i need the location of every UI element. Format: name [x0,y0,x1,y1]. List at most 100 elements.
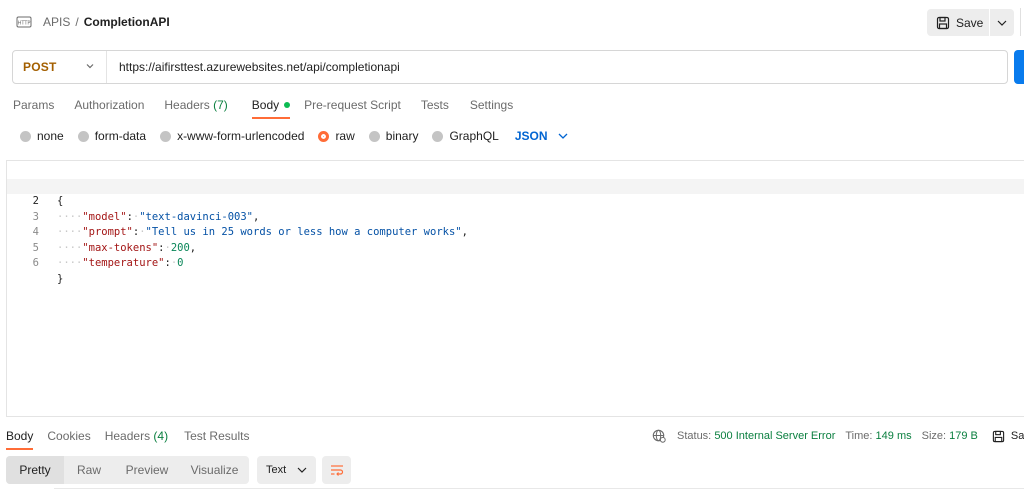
globe-icon[interactable] [652,429,666,443]
tab-response-body[interactable]: Body [6,429,34,451]
url-input[interactable] [119,51,999,83]
response-divider [54,488,1024,489]
line-number: 6 [32,257,39,269]
body-type-options: none form-data x-www-form-urlencoded raw… [20,129,568,143]
code-line[interactable]: 2 ····"model":·"text-davinci-003", [7,178,1024,223]
radio-label: x-www-form-urlencoded [177,129,305,143]
view-mode-raw[interactable]: Raw [64,456,114,484]
save-icon [992,430,1005,442]
tab-params[interactable]: Params [13,98,54,120]
tab-label: Authorization [74,98,145,112]
radio-label: raw [335,129,355,143]
response-format-select[interactable]: Text [257,456,316,484]
json-key: "temperature" [82,257,165,269]
response-format-label: Text [266,464,287,476]
view-mode-preview[interactable]: Preview [114,456,180,484]
active-tab-indicator [6,448,34,450]
chevron-down-icon [297,467,307,473]
tab-label: Body [6,429,34,443]
request-header: HTTP APIS / CompletionAPI Save [0,0,1024,44]
save-response-button[interactable]: Save a [992,430,1024,443]
body-format-label: JSON [514,129,548,143]
send-button[interactable] [1014,50,1024,84]
chevron-down-icon [997,20,1007,26]
body-type-graphql[interactable]: GraphQL [432,129,499,143]
radio-button[interactable] [77,130,89,142]
radio-button[interactable] [368,130,380,142]
breadcrumb-parent[interactable]: APIS [43,15,70,29]
tab-response-headers[interactable]: Headers (4) [105,429,168,451]
response-tabs: Body Cookies Headers (4) Test Results [6,429,249,451]
tab-label: Settings [469,98,514,112]
wrap-lines-button[interactable] [322,456,351,484]
code-line[interactable]: 1 { [7,163,1024,208]
tab-label: Cookies [47,429,91,443]
code-line[interactable]: 5 ····"temperature":·0 [7,225,1024,270]
radio-label: none [37,129,64,143]
tab-label: Headers [164,98,210,112]
body-type-urlencoded[interactable]: x-www-form-urlencoded [160,129,304,143]
url-bar: POST [12,50,1008,84]
chevron-down-icon [558,133,567,139]
request-tabs: Params Authorization Headers (7) Body Pr… [13,98,513,120]
editor-lines: 1 { 2 ····"model":·"text-davinci-003", 3… [7,163,1024,285]
code-line[interactable]: 3 ····"prompt":·"Tell us in 25 words or … [7,194,1024,239]
tab-label: Params [13,98,55,112]
radio-button[interactable] [20,130,31,142]
radio-button[interactable] [432,130,444,142]
tab-pre-request-script[interactable]: Pre-request Script [304,98,401,120]
body-type-none[interactable]: none [20,129,64,143]
close-brace: } [57,272,64,285]
save-response-label: Save a [1010,430,1024,442]
tab-test-results[interactable]: Test Results [184,429,249,451]
size-label: Size: [921,430,947,442]
method-label: POST [23,60,57,74]
tab-label: Headers [104,429,151,443]
status-value[interactable]: 500 Internal Server Error [714,430,835,442]
code-editor[interactable]: 1 { 2 ····"model":·"text-davinci-003", 3… [6,160,1024,417]
radio-button[interactable] [160,130,172,142]
chevron-down-icon [86,64,94,69]
code-line[interactable]: 6 } [7,241,1024,285]
header-divider [1020,8,1021,36]
size-value[interactable]: 179 B [949,430,978,442]
http-request-icon: HTTP [16,16,32,28]
save-button[interactable]: Save [927,9,989,36]
tab-authorization[interactable]: Authorization [74,98,144,120]
wrap-lines-icon [330,465,343,476]
tab-tests[interactable]: Tests [421,98,449,120]
tab-label: Pre-request Script [304,98,401,112]
body-type-form-data[interactable]: form-data [77,129,147,143]
radio-label: binary [385,129,419,143]
method-select[interactable]: POST [13,51,107,83]
tab-response-cookies[interactable]: Cookies [47,429,90,451]
radio-button-selected[interactable] [318,130,330,142]
active-tab-indicator [251,117,291,119]
view-mode-pretty[interactable]: Pretty [6,456,64,484]
tab-count: (4) [153,429,169,443]
body-format-select[interactable]: JSON [515,129,568,143]
save-options-button[interactable] [990,9,1014,36]
breadcrumb-separator: / [75,15,79,29]
tab-body[interactable]: Body [251,98,291,120]
tab-settings[interactable]: Settings [470,98,513,120]
response-view-modes: Pretty Raw Preview Visualize [6,456,249,484]
code-line[interactable]: 4 ····"max-tokens":·200, [7,210,1024,254]
time-label: Time: [845,430,873,442]
save-button-label: Save [956,15,984,30]
tab-count: (7) [213,98,228,112]
time-value[interactable]: 149 ms [876,430,912,442]
radio-label: GraphQL [449,129,499,143]
breadcrumb: APIS / CompletionAPI [43,15,170,29]
breadcrumb-current[interactable]: CompletionAPI [84,15,170,29]
save-icon [936,16,950,29]
modified-dot [284,101,291,108]
status-label: Status: [677,430,712,442]
response-meta: Status: 500 Internal Server Error Time: … [652,429,1024,443]
tab-headers[interactable]: Headers (7) [164,98,227,120]
tab-label: Test Results [184,429,250,443]
body-type-raw[interactable]: raw [318,129,355,143]
body-type-binary[interactable]: binary [368,129,419,143]
view-mode-visualize[interactable]: Visualize [180,456,249,484]
radio-label: form-data [94,129,147,143]
